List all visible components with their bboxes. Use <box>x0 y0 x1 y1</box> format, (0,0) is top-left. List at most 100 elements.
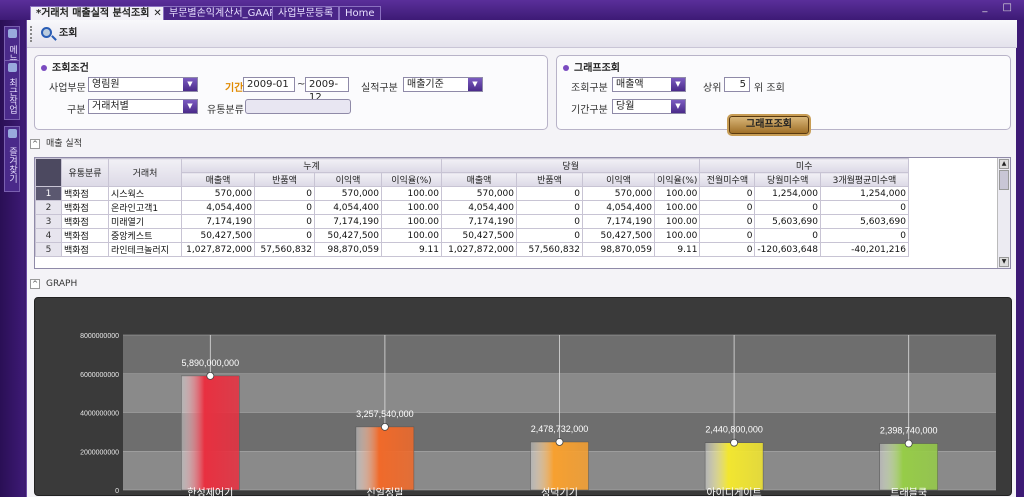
cell-value[interactable]: 7,174,190 <box>314 214 382 229</box>
tab-customer-sales-analysis[interactable]: *거래처 매출실적 분석조회 ✕ <box>30 6 168 20</box>
cell-channel[interactable]: 백화점 <box>61 186 109 201</box>
search-button[interactable]: 조회 <box>41 26 77 42</box>
cell-value[interactable]: -120,603,648 <box>754 242 821 257</box>
cell-value[interactable]: 57,560,832 <box>254 242 315 257</box>
business-select[interactable]: 영림원 ▼ <box>88 77 198 92</box>
cell-value[interactable]: 1,027,872,000 <box>441 242 517 257</box>
scroll-thumb[interactable] <box>999 170 1009 190</box>
collapse-icon[interactable]: ^ <box>30 278 40 289</box>
cell-value[interactable]: 100.00 <box>653 228 701 243</box>
cell-value[interactable]: 5,603,690 <box>819 214 909 229</box>
cell-value[interactable]: 0 <box>516 228 583 243</box>
header-cur-unpaid[interactable]: 당월미수액 <box>754 172 821 187</box>
tab-division-pl-gaap[interactable]: 부문별손익계산서_GAAP <box>163 6 282 20</box>
cell-value[interactable]: 100.00 <box>381 214 442 229</box>
chevron-down-icon[interactable]: ▼ <box>671 100 685 113</box>
cell-value[interactable]: 0 <box>699 186 756 201</box>
cell-value[interactable]: 98,870,059 <box>582 242 655 257</box>
scroll-up-icon[interactable]: ▲ <box>999 159 1009 169</box>
collapse-icon[interactable]: ^ <box>30 138 40 149</box>
cell-value[interactable]: 7,174,190 <box>181 214 255 229</box>
table-row[interactable]: 1 백화점 시스웍스 570,000 0 570,000 100.00 570,000 0 570… <box>35 186 909 201</box>
query-type-select[interactable]: 매출액 ▼ <box>612 77 686 92</box>
cell-value[interactable]: 0 <box>754 200 821 215</box>
header-cum-profit[interactable]: 이익액 <box>314 172 382 187</box>
scroll-down-icon[interactable]: ▼ <box>999 257 1009 267</box>
cell-value[interactable]: 100.00 <box>653 214 701 229</box>
row-number[interactable]: 4 <box>35 228 62 243</box>
header-3m-avg-unpaid[interactable]: 3개월평균미수액 <box>819 172 909 187</box>
header-cum-returns[interactable]: 반품액 <box>254 172 315 187</box>
cell-value[interactable]: 0 <box>254 186 315 201</box>
tab-division-register[interactable]: 사업부문등록 <box>272 6 340 20</box>
window-controls[interactable]: _ □ <box>982 2 1018 13</box>
cell-value[interactable]: 50,427,500 <box>582 228 655 243</box>
cell-value[interactable]: 98,870,059 <box>314 242 382 257</box>
cell-value[interactable]: 1,254,000 <box>819 186 909 201</box>
cell-value[interactable]: 0 <box>516 186 583 201</box>
header-prev-unpaid[interactable]: 전월미수액 <box>699 172 756 187</box>
cell-value[interactable]: 570,000 <box>181 186 255 201</box>
row-number[interactable]: 3 <box>35 214 62 229</box>
channel-input[interactable] <box>245 99 351 114</box>
grid-corner[interactable] <box>35 158 62 187</box>
cell-value[interactable]: 9.11 <box>381 242 442 257</box>
chevron-down-icon[interactable]: ▼ <box>183 100 197 113</box>
period-type-select[interactable]: 당월 ▼ <box>612 99 686 114</box>
cell-customer[interactable]: 시스웍스 <box>108 186 182 201</box>
cell-value[interactable]: 57,560,832 <box>516 242 583 257</box>
cell-value[interactable]: 0 <box>699 242 756 257</box>
cell-value[interactable]: 0 <box>819 228 909 243</box>
close-icon[interactable]: ✕ <box>153 8 161 19</box>
cell-value[interactable]: 4,054,400 <box>582 200 655 215</box>
cell-value[interactable]: 9.11 <box>653 242 701 257</box>
cell-value[interactable]: 1,254,000 <box>754 186 821 201</box>
table-row[interactable]: 5 백화점 라인테크놀러지 1,027,872,000 57,560,832 98,870… <box>35 242 909 257</box>
table-row[interactable]: 4 백화점 중앙케스트 50,427,500 0 50,427,500 100.00 50,4… <box>35 228 909 243</box>
top-count-input[interactable]: 5 <box>724 77 750 92</box>
cell-value[interactable]: 0 <box>516 200 583 215</box>
cell-channel[interactable]: 백화점 <box>61 214 109 229</box>
cell-value[interactable]: 4,054,400 <box>441 200 517 215</box>
cell-value[interactable]: 0 <box>699 228 756 243</box>
chevron-down-icon[interactable]: ▼ <box>671 78 685 91</box>
period-to-input[interactable]: 2009-12 <box>305 77 349 103</box>
cell-channel[interactable]: 백화점 <box>61 200 109 215</box>
cell-value[interactable]: 4,054,400 <box>314 200 382 215</box>
cell-value[interactable]: 100.00 <box>653 186 701 201</box>
cell-value[interactable]: 0 <box>754 228 821 243</box>
cell-value[interactable]: -40,201,216 <box>819 242 909 257</box>
cell-value[interactable]: 100.00 <box>653 200 701 215</box>
header-cum-margin[interactable]: 이익율(%) <box>381 172 442 187</box>
cell-value[interactable]: 570,000 <box>582 186 655 201</box>
cell-value[interactable]: 0 <box>699 214 756 229</box>
cell-channel[interactable]: 백화점 <box>61 242 109 257</box>
cell-value[interactable]: 50,427,500 <box>181 228 255 243</box>
table-row[interactable]: 2 백화점 온라인고객1 4,054,400 0 4,054,400 100.00 4,054… <box>35 200 909 215</box>
cell-value[interactable]: 0 <box>254 200 315 215</box>
chevron-down-icon[interactable]: ▼ <box>468 78 482 91</box>
cell-value[interactable]: 50,427,500 <box>441 228 517 243</box>
cell-value[interactable]: 570,000 <box>441 186 517 201</box>
category-select[interactable]: 거래처별 ▼ <box>88 99 198 114</box>
cell-value[interactable]: 1,027,872,000 <box>181 242 255 257</box>
cell-value[interactable]: 0 <box>254 214 315 229</box>
cell-customer[interactable]: 미래열기 <box>108 214 182 229</box>
cell-value[interactable]: 50,427,500 <box>314 228 382 243</box>
cell-value[interactable]: 4,054,400 <box>181 200 255 215</box>
header-cur-profit[interactable]: 이익액 <box>582 172 655 187</box>
cell-value[interactable]: 100.00 <box>381 228 442 243</box>
tab-home[interactable]: Home <box>339 6 381 20</box>
cell-value[interactable]: 5,603,690 <box>754 214 821 229</box>
cell-value[interactable]: 0 <box>819 200 909 215</box>
cell-value[interactable]: 570,000 <box>314 186 382 201</box>
header-cur-returns[interactable]: 반품액 <box>516 172 583 187</box>
rail-favorites[interactable]: 즐겨찾기 <box>4 126 20 192</box>
cell-customer[interactable]: 중앙케스트 <box>108 228 182 243</box>
cell-channel[interactable]: 백화점 <box>61 228 109 243</box>
chevron-down-icon[interactable]: ▼ <box>183 78 197 91</box>
period-from-input[interactable]: 2009-01 <box>243 77 295 92</box>
cell-value[interactable]: 0 <box>699 200 756 215</box>
cell-value[interactable]: 7,174,190 <box>441 214 517 229</box>
cell-value[interactable]: 7,174,190 <box>582 214 655 229</box>
